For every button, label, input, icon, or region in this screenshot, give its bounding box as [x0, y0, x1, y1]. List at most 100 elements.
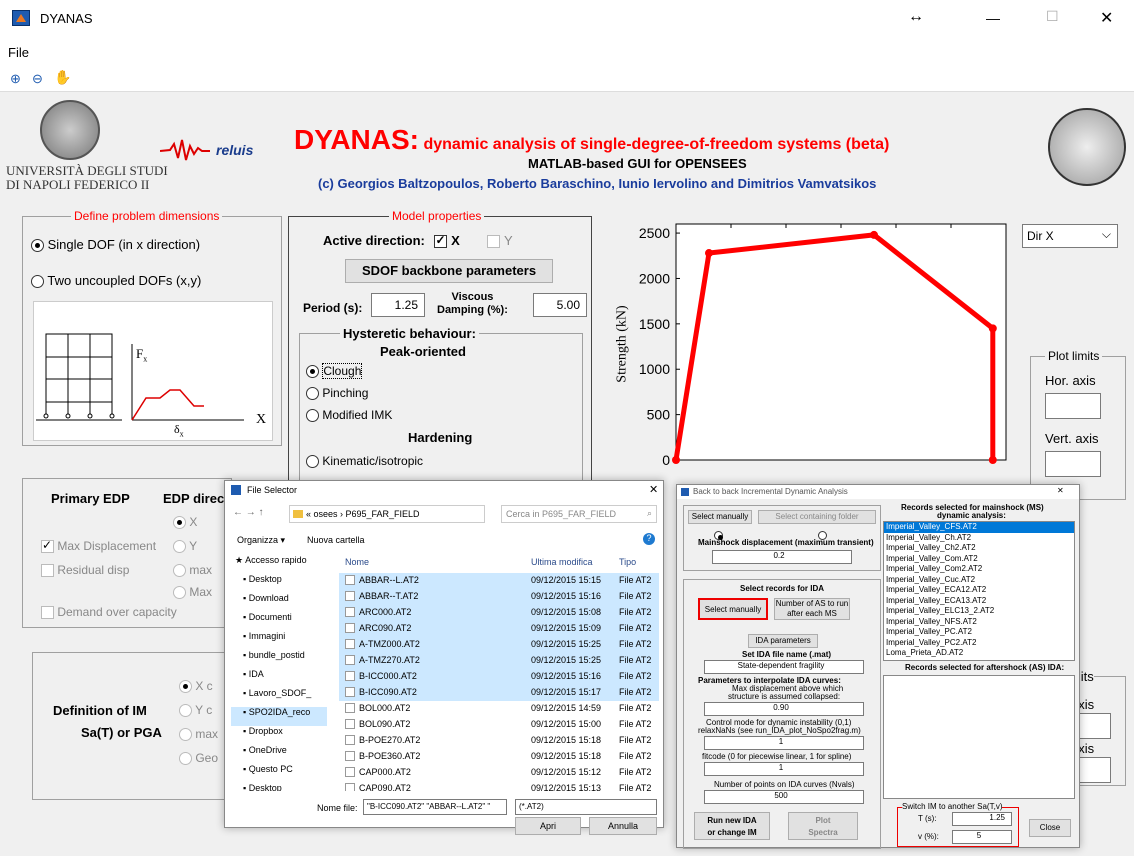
pan-hand-icon[interactable]: ✋ [54, 69, 71, 86]
help-icon[interactable]: ? [643, 533, 655, 545]
edp-y-radio[interactable] [173, 540, 186, 554]
resize-icon[interactable]: ↔ [908, 8, 924, 26]
plot-spectra-button[interactable]: Plot Spectra [788, 812, 858, 840]
dir-y-checkbox[interactable] [487, 235, 501, 249]
file-row[interactable]: B-ICC090.AT2 09/12/2015 15:17 File AT2 [339, 685, 659, 701]
ms-record-item[interactable]: Imperial_Valley_ECA13.AT2 [884, 596, 1074, 607]
fs-nav-item[interactable]: ▪ Desktop [231, 783, 327, 791]
v-input[interactable]: 5 [952, 830, 1012, 844]
vert-axis-input[interactable] [1045, 451, 1101, 477]
fs-organize[interactable]: Organizza ▾ [237, 535, 285, 546]
dir-x-checkbox[interactable] [434, 233, 448, 249]
fs-nav-item[interactable]: ▪ Dropbox [231, 726, 327, 745]
two-dof-radio[interactable] [31, 275, 44, 289]
edp-max2-option[interactable]: Max [173, 585, 212, 600]
fit-input[interactable]: 1 [704, 762, 864, 776]
clough-radio[interactable] [306, 365, 319, 379]
im-max-radio[interactable] [179, 728, 192, 742]
edp-y-option[interactable]: Y [173, 539, 197, 554]
im-x-option[interactable]: X c [179, 679, 213, 694]
im-y-option[interactable]: Y c [179, 703, 212, 718]
damping-input[interactable]: 5.00 [533, 293, 587, 317]
fs-nav-arrows[interactable]: ← → ↑ [233, 507, 264, 518]
file-row[interactable]: B-POE360.AT2 09/12/2015 15:18 File AT2 [339, 749, 659, 765]
two-dof-option[interactable]: Two uncoupled DOFs (x,y) [31, 273, 201, 289]
fs-nav-item[interactable]: ▪ Desktop [231, 574, 327, 593]
menu-file[interactable]: File [8, 45, 29, 60]
pinching-radio[interactable] [306, 387, 319, 401]
file-row[interactable]: A-TMZ000.AT2 09/12/2015 15:25 File AT2 [339, 637, 659, 653]
mimk-option[interactable]: Modified IMK [306, 408, 392, 423]
ms-record-item[interactable]: Imperial_Valley_PC.AT2 [884, 627, 1074, 638]
ms-record-item[interactable]: Imperial_Valley_Ch2.AT2 [884, 543, 1074, 554]
im-geo-option[interactable]: Geo [179, 751, 218, 766]
ms-record-item[interactable]: Imperial_Valley_ELC13_2.AT2 [884, 606, 1074, 617]
fs-close-icon[interactable]: ✕ [649, 483, 658, 496]
ms-select-manually-button[interactable]: Select manually [688, 510, 752, 524]
fs-search[interactable]: Cerca in P695_FAR_FIELD ⌕ [501, 505, 657, 523]
demand-checkbox[interactable] [41, 606, 54, 620]
num-as-button[interactable]: Number of AS to run after each MS [774, 598, 850, 620]
fs-filename-input[interactable]: "B-ICC090.AT2" "ABBAR--L.AT2" " [363, 799, 507, 815]
ms-record-item[interactable]: Imperial_Valley_Ch.AT2 [884, 533, 1074, 544]
im-geo-radio[interactable] [179, 752, 192, 766]
ms-record-item[interactable]: Imperial_Valley_PC2.AT2 [884, 638, 1074, 649]
as-records-list[interactable] [883, 675, 1075, 799]
file-row[interactable]: CAP000.AT2 09/12/2015 15:12 File AT2 [339, 765, 659, 781]
zoom-out-icon[interactable]: ⊖ [32, 71, 43, 87]
col-date[interactable]: Ultima modifica [531, 557, 593, 567]
fs-nav-item[interactable]: ▪ Download [231, 593, 327, 612]
im-y-radio[interactable] [179, 704, 192, 718]
ms-record-item[interactable]: Imperial_Valley_Com2.AT2 [884, 564, 1074, 575]
edp-x-option[interactable]: X [173, 515, 197, 530]
fs-cancel-button[interactable]: Annulla [589, 817, 657, 835]
residual-option[interactable]: Residual disp [41, 563, 129, 578]
close-button[interactable]: ✕ [1100, 8, 1113, 28]
file-row[interactable]: CAP090.AT2 09/12/2015 15:13 File AT2 [339, 781, 659, 791]
ms-record-item[interactable]: Imperial_Valley_Cuc.AT2 [884, 575, 1074, 586]
edp-max2-radio[interactable] [173, 586, 186, 600]
zoom-in-icon[interactable]: ⊕ [10, 71, 21, 87]
edp-max-radio[interactable] [173, 564, 186, 578]
fs-nav-item[interactable]: ▪ Questo PC [231, 764, 327, 783]
im-x-radio[interactable] [179, 680, 192, 694]
maxdisp-option[interactable]: Max Displacement [41, 538, 156, 554]
t-input[interactable]: 1.25 [952, 812, 1012, 826]
fs-open-button[interactable]: Apri [515, 817, 581, 835]
col-name[interactable]: Nome [345, 557, 369, 567]
file-row[interactable]: ARC090.AT2 09/12/2015 15:09 File AT2 [339, 621, 659, 637]
npts-input[interactable]: 500 [704, 790, 864, 804]
hor-axis-input[interactable] [1045, 393, 1101, 419]
ms-disp-input[interactable]: 0.2 [712, 550, 852, 564]
edp-x-radio[interactable] [173, 516, 186, 530]
im-max-option[interactable]: max [179, 727, 218, 742]
demand-option[interactable]: Demand over capacity [41, 605, 177, 620]
maximize-button[interactable]: ☐ [1046, 8, 1059, 25]
minimize-button[interactable]: — [986, 10, 1000, 26]
fs-nav-item[interactable]: ▪ OneDrive [231, 745, 327, 764]
file-row[interactable]: B-POE270.AT2 09/12/2015 15:18 File AT2 [339, 733, 659, 749]
state-input[interactable]: State-dependent fragility [704, 660, 864, 674]
ida-close-icon[interactable]: ✕ [1057, 486, 1064, 495]
period-input[interactable]: 1.25 [371, 293, 425, 317]
fs-nav-item[interactable]: ▪ Immagini [231, 631, 327, 650]
file-row[interactable]: ABBAR--L.AT2 09/12/2015 15:15 File AT2 [339, 573, 659, 589]
file-row[interactable]: BOL000.AT2 09/12/2015 14:59 File AT2 [339, 701, 659, 717]
ms-select-folder-button[interactable]: Select containing folder [758, 510, 876, 524]
mimk-radio[interactable] [306, 409, 319, 423]
maxdisp-input[interactable]: 0.90 [704, 702, 864, 716]
maxdisp-checkbox[interactable] [41, 538, 54, 554]
file-row[interactable]: B-ICC000.AT2 09/12/2015 15:16 File AT2 [339, 669, 659, 685]
single-dof-radio[interactable] [31, 239, 44, 253]
col-type[interactable]: Tipo [619, 557, 636, 567]
kinematic-option[interactable]: Kinematic/isotropic [306, 454, 423, 469]
ms-record-item[interactable]: Imperial_Valley_NFS.AT2 [884, 617, 1074, 628]
file-row[interactable]: ABBAR--T.AT2 09/12/2015 15:16 File AT2 [339, 589, 659, 605]
fs-filter[interactable]: (*.AT2) [515, 799, 657, 815]
ms-record-item[interactable]: Imperial_Valley_CFS.AT2 [884, 522, 1074, 533]
fs-nav-item[interactable]: ▪ Lavoro_SDOF_ [231, 688, 327, 707]
file-row[interactable]: A-TMZ270.AT2 09/12/2015 15:25 File AT2 [339, 653, 659, 669]
file-row[interactable]: BOL090.AT2 09/12/2015 15:00 File AT2 [339, 717, 659, 733]
ctrl-input[interactable]: 1 [704, 736, 864, 750]
ms-record-item[interactable]: Loma_Prieta_AD.AT2 [884, 648, 1074, 659]
